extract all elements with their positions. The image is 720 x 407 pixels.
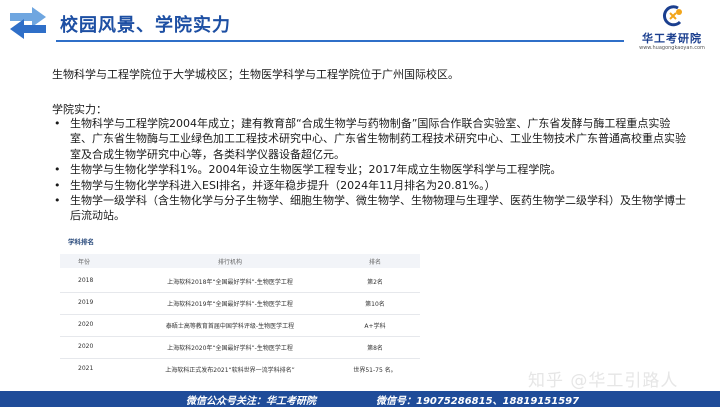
page-title: 校园风景、学院实力 <box>60 15 231 36</box>
brand-logo: 华工考研院 www.huagongkaoyan.com <box>628 4 716 56</box>
list-item: 生物科学与工程学院2004年成立；建有教育部“合成生物学与药物制备”国际合作联合… <box>48 116 688 162</box>
logo-url: www.huagongkaoyan.com <box>639 45 705 51</box>
cell-rank: 第2名 <box>367 279 383 286</box>
table-row: 2018 上海软科2018年“全国最好学科”-生物医学工程 第2名 <box>60 270 420 293</box>
strength-heading: 学院实力： <box>52 103 107 116</box>
cell-org: 上海软科正式发布2021“软科世界一流学科排名” <box>165 367 295 374</box>
ranking-table: 学科排名 年份 排行机构 排名 2018 上海软科2018年“全国最好学科”-生… <box>60 232 420 380</box>
footer-wechat-account: 微信公众号关注：华工考研院 <box>186 396 316 407</box>
header-divider <box>56 40 624 42</box>
footer-wechat-id: 微信号：19075286815、18819151597 <box>376 396 580 407</box>
table-row: 2020 泰晤士高等教育首届中国学科评级-生物医学工程 A+学科 <box>60 314 420 337</box>
column-header-rank: 排名 <box>368 259 381 266</box>
cell-rank: A+学科 <box>364 323 386 330</box>
logo-name: 华工考研院 <box>642 32 702 45</box>
table-row: 2021 上海软科正式发布2021“软科世界一流学科排名” 世界51-75 名。 <box>60 358 420 380</box>
cell-year: 2020 <box>78 343 94 350</box>
cell-year: 2021 <box>78 365 94 372</box>
column-header-year: 年份 <box>78 259 91 266</box>
cell-year: 2018 <box>78 277 94 284</box>
intro-text: 生物科学与工程学院位于大学城校区；生物医学科学与工程学院位于广州国际校区。 <box>52 68 459 81</box>
slide-header: 校园风景、学院实力 <box>0 0 720 44</box>
ranking-title: 学科排名 <box>68 238 94 246</box>
cell-rank: 世界51-75 名。 <box>353 367 397 374</box>
cell-year: 2020 <box>78 321 94 328</box>
cell-org: 上海软科2020年“全国最好学科”-生物医学工程 <box>167 345 293 352</box>
watermark: 知乎 @华工引路人 <box>528 371 679 391</box>
column-header-org: 排行机构 <box>217 259 242 266</box>
cell-org: 上海软科2018年“全国最好学科”-生物医学工程 <box>167 279 293 286</box>
table-row: 2019 上海软科2019年“全国最好学科”-生物医学工程 第10名 <box>60 292 420 315</box>
table-row: 2020 上海软科2020年“全国最好学科”-生物医学工程 第8名 <box>60 336 420 359</box>
cell-rank: 第10名 <box>365 301 385 308</box>
list-item: 生物学一级学科（含生物化学与分子生物学、细胞生物学、微生物学、生物物理与生理学、… <box>48 193 688 224</box>
footer-bar: 微信公众号关注：华工考研院 微信号：19075286815、1881915159… <box>0 391 720 407</box>
cell-year: 2019 <box>78 299 94 306</box>
cell-rank: 第8名 <box>367 345 383 352</box>
list-item: 生物学与生物化学学科进入ESI排名，并逐年稳步提升（2024年11月排名为20.… <box>48 178 688 194</box>
logo-mark-icon <box>662 5 682 27</box>
strength-list: 生物科学与工程学院2004年成立；建有教育部“合成生物学与药物制备”国际合作联合… <box>48 116 688 224</box>
cell-org: 上海软科2019年“全国最好学科”-生物医学工程 <box>167 301 293 308</box>
cell-org: 泰晤士高等教育首届中国学科评级-生物医学工程 <box>165 323 295 330</box>
arrows-icon <box>10 7 46 39</box>
list-item: 生物学与生物化学学科1%。2004年设立生物医学工程专业；2017年成立生物医学… <box>48 162 688 178</box>
table-header: 年份 排行机构 排名 <box>60 254 420 268</box>
